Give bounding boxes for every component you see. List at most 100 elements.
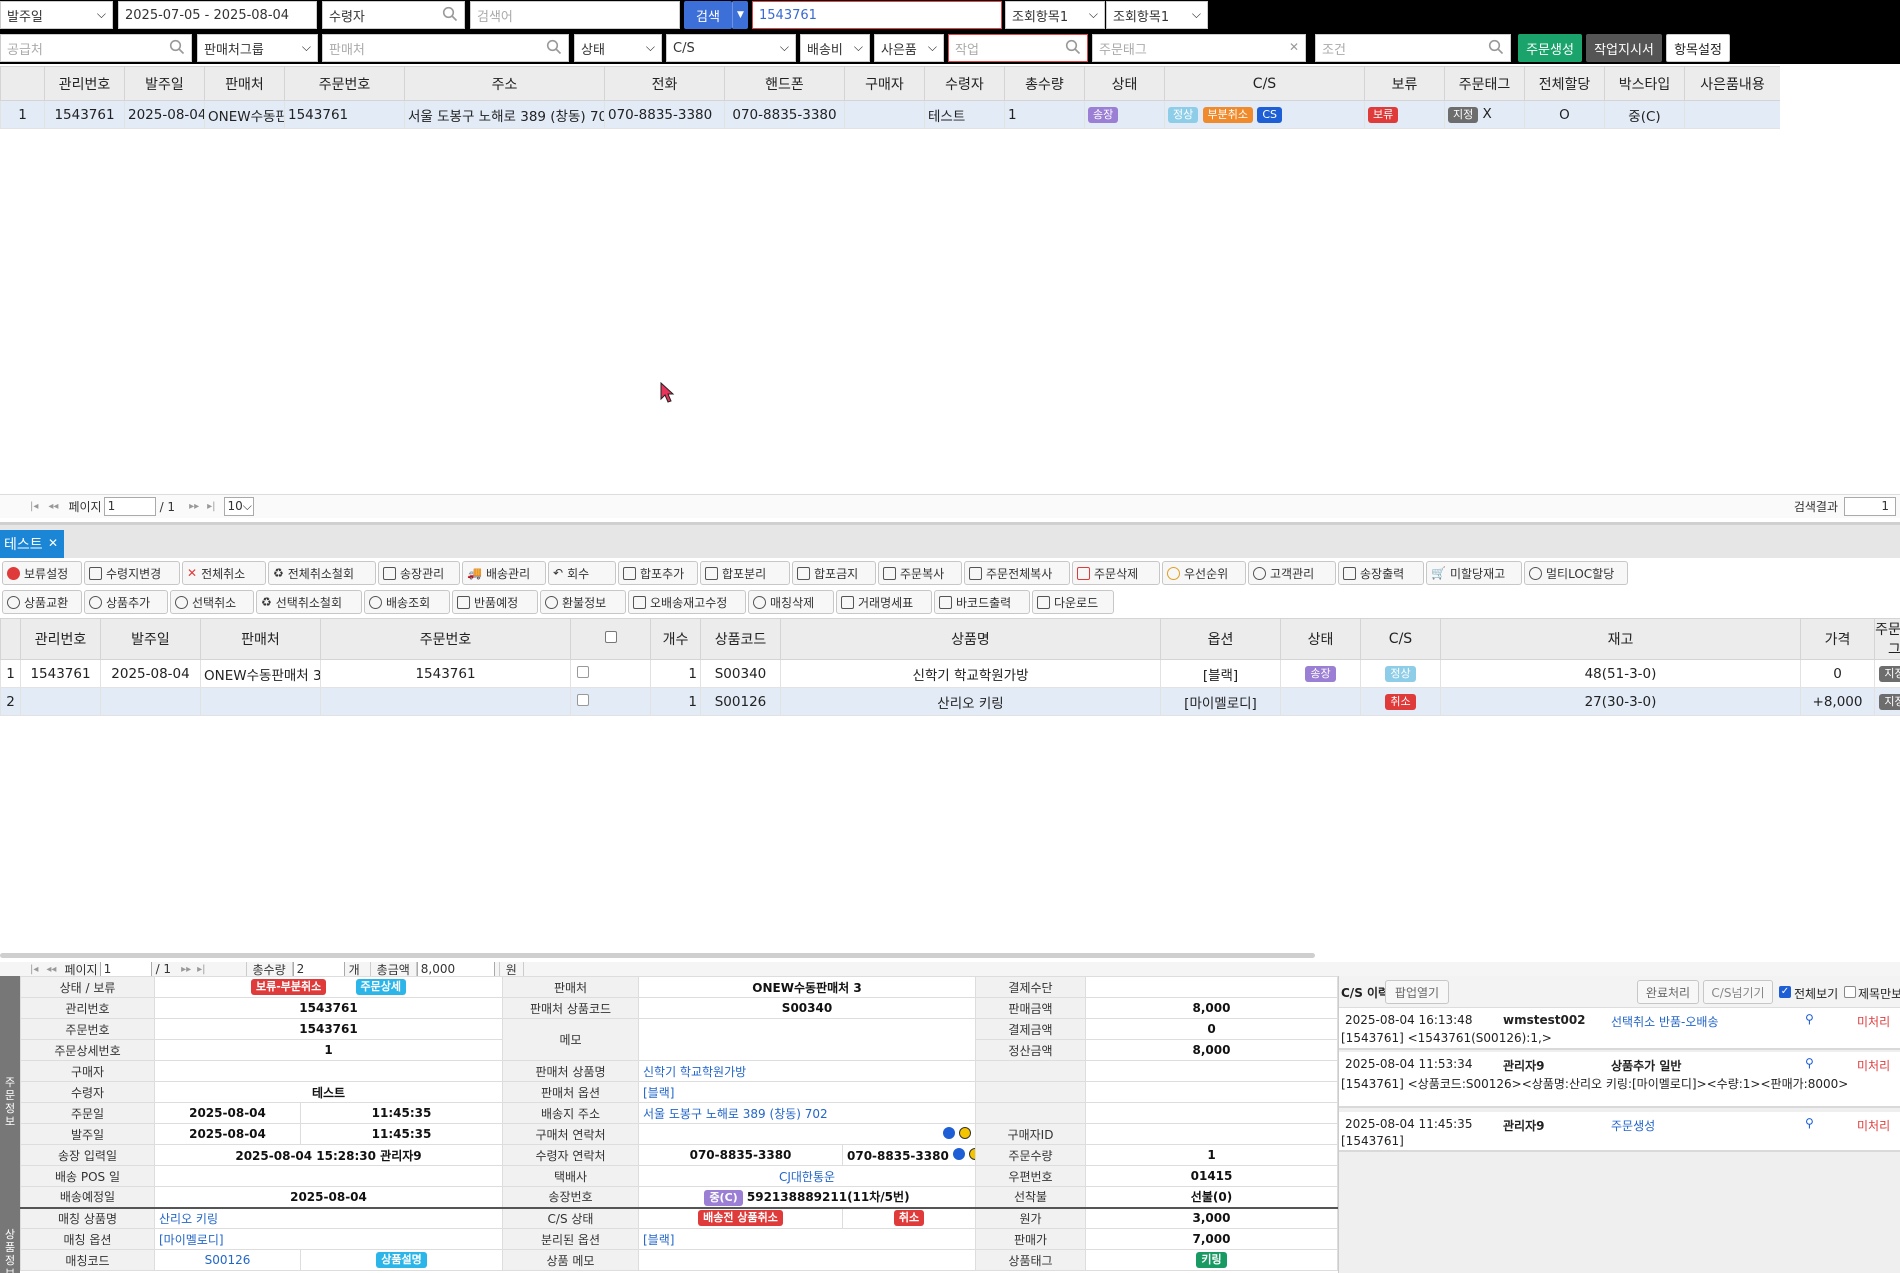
last-page-icon[interactable]: ▸| (197, 964, 205, 975)
search-button[interactable]: 검색 (684, 1, 732, 29)
last-page-icon[interactable]: ▸| (207, 501, 215, 512)
horizontal-scrollbar[interactable] (0, 953, 1315, 958)
download-button[interactable]: 다운로드 (1032, 590, 1114, 614)
col-header[interactable]: 사은품내용 (1684, 66, 1781, 101)
status-select[interactable]: 상태 ⌵ (574, 34, 662, 62)
table-row[interactable]: 1 1543761 2025-08-04 ONEW수동판매처 3 1543761… (0, 659, 1900, 688)
merge-block-button[interactable]: 합포금지 (792, 561, 876, 585)
col-header[interactable]: 가격 (1800, 618, 1875, 660)
view-all-checkbox[interactable]: ✓ (1779, 986, 1791, 998)
memo-value[interactable] (638, 1018, 976, 1061)
col-header[interactable]: 주문번호 (320, 618, 571, 660)
hold-settings-button[interactable]: 보류설정 (2, 561, 82, 585)
supplier-input[interactable]: 공급처 (0, 34, 192, 62)
search-dropdown-button[interactable]: ▼ (732, 1, 748, 29)
product-memo-value[interactable] (638, 1249, 976, 1271)
clear-icon[interactable]: ✕ (1289, 40, 1299, 54)
pin-icon[interactable]: ⚲ (1805, 1056, 1815, 1070)
cs-transfer-button[interactable]: C/S넘기기 (1703, 980, 1773, 1004)
col-header[interactable]: C/S (1360, 618, 1441, 660)
invoice-manage-button[interactable]: 송장관리 (378, 561, 460, 585)
col-header[interactable]: 주문태그 (1874, 618, 1900, 660)
pin-icon[interactable]: ⚲ (1805, 1116, 1815, 1130)
col-header[interactable]: 발주일 (124, 66, 205, 101)
seller-group-select[interactable]: 판매처그룹 ⌵ (197, 34, 318, 62)
query-item1-select[interactable]: 조회항목1 ⌵ (1005, 1, 1105, 29)
exchange-product-button[interactable]: 상품교환 (2, 590, 82, 614)
date-type-select[interactable]: 발주일 ⌵ (0, 1, 113, 29)
tab-test[interactable]: 테스트 ✕ (0, 530, 64, 558)
col-header[interactable]: C/S (1164, 66, 1365, 101)
courier-value[interactable]: CJ대한통운 (638, 1165, 976, 1187)
row-checkbox-cell[interactable] (570, 687, 651, 716)
col-header[interactable] (0, 618, 21, 660)
delivery-fee-select[interactable]: 배송비 ⌵ (800, 34, 870, 62)
query-item2-select[interactable]: 조회항목1 ⌵ (1106, 1, 1208, 29)
seller-input[interactable]: 판매처 (322, 34, 569, 62)
title-only-checkbox[interactable] (1844, 986, 1856, 998)
col-header[interactable]: 수령자 (924, 66, 1005, 101)
select-all-checkbox[interactable] (604, 631, 617, 643)
first-page-icon[interactable]: |◂ (30, 964, 38, 975)
cs-select[interactable]: C/S ⌵ (666, 34, 796, 62)
close-icon[interactable]: ✕ (48, 536, 58, 550)
revoke-cancel-all-button[interactable]: ♻ 전체취소철회 (268, 561, 376, 585)
transaction-statement-button[interactable]: 거래명세표 (836, 590, 932, 614)
next-page-icon[interactable]: ▸▸ (189, 501, 199, 512)
cancel-all-button[interactable]: ✕ 전체취소 (182, 561, 266, 585)
col-header[interactable]: 총수량 (1004, 66, 1085, 101)
task-input[interactable]: 작업 (948, 34, 1088, 62)
unallocated-stock-button[interactable]: 🛒 미할당재고 (1426, 561, 1522, 585)
col-header[interactable]: 주소 (404, 66, 605, 101)
col-header[interactable]: 상품명 (780, 618, 1161, 660)
kakao-icon[interactable] (959, 1126, 971, 1139)
col-header[interactable]: 개수 (650, 618, 701, 660)
per-page-select[interactable]: 10⌵ (223, 497, 254, 516)
table-row[interactable]: 2 1 S00126 산리오 키링 [마이멜로디] 취소 27(30-3-0) … (0, 687, 1900, 716)
delete-order-button[interactable]: 주문삭제 (1072, 561, 1160, 585)
receiver-field-select[interactable]: 수령자 (322, 1, 465, 29)
delivery-manage-button[interactable]: 🚚 배송관리 (462, 561, 546, 585)
change-receiver-button[interactable]: 수령지변경 (84, 561, 180, 585)
col-header[interactable]: 재고 (1440, 618, 1801, 660)
col-header[interactable]: 핸드폰 (724, 66, 845, 101)
col-header[interactable]: 박스타입 (1604, 66, 1685, 101)
popup-open-button[interactable]: 팝업열기 (1385, 980, 1449, 1004)
refund-info-button[interactable]: 환불정보 (540, 590, 626, 614)
customer-manage-button[interactable]: 고객관리 (1248, 561, 1336, 585)
col-header[interactable]: 발주일 (100, 618, 201, 660)
col-header[interactable]: 주문번호 (284, 66, 405, 101)
page-input[interactable]: 1 (99, 962, 152, 976)
row-checkbox-cell[interactable] (570, 659, 651, 688)
matched-product-value[interactable]: 산리오 키링 (154, 1207, 503, 1229)
add-product-button[interactable]: 상품추가 (84, 590, 168, 614)
pin-icon[interactable]: ⚲ (1805, 1012, 1815, 1026)
row-checkbox[interactable] (577, 665, 589, 678)
col-header[interactable]: 구매자 (844, 66, 925, 101)
copy-order-button[interactable]: 주문복사 (878, 561, 962, 585)
col-header[interactable]: 전화 (604, 66, 725, 101)
cs-entry[interactable]: 2025-08-04 11:45:35 관리자9 주문생성 ⚲ 미처리 [154… (1339, 1112, 1900, 1152)
row-checkbox[interactable] (577, 693, 589, 706)
first-page-icon[interactable]: |◂ (30, 501, 38, 512)
select-all-checkbox-header[interactable] (570, 618, 651, 660)
kakao-icon[interactable] (969, 1147, 975, 1160)
print-invoice-button[interactable]: 송장출력 (1338, 561, 1424, 585)
complete-button[interactable]: 완료처리 (1637, 980, 1699, 1004)
column-settings-button[interactable]: 항목설정 (1666, 34, 1730, 62)
merge-split-button[interactable]: 합포분리 (700, 561, 790, 585)
product-desc-badge[interactable]: 상품설명 (376, 1252, 427, 1268)
merge-add-button[interactable]: 합포추가 (618, 561, 698, 585)
gift-select[interactable]: 사은품 ⌵ (874, 34, 944, 62)
next-page-icon[interactable]: ▸▸ (181, 964, 191, 975)
col-header[interactable]: 전체할당 (1524, 66, 1605, 101)
col-header[interactable]: 보류 (1364, 66, 1445, 101)
page-input[interactable]: 1 (103, 497, 156, 516)
multi-loc-alloc-button[interactable]: 멀티LOC할당 (1524, 561, 1628, 585)
order-detail-badge[interactable]: 주문상세 (355, 979, 407, 995)
keyword-input[interactable]: 검색어 (470, 1, 680, 29)
print-barcode-button[interactable]: 바코드출력 (934, 590, 1030, 614)
cs-entry[interactable]: 2025-08-04 16:13:48 wmstest002 선택취소 반품-오… (1339, 1008, 1900, 1050)
col-header[interactable]: 상태 (1280, 618, 1361, 660)
misdelivery-stock-button[interactable]: 오배송재고수정 (628, 590, 746, 614)
